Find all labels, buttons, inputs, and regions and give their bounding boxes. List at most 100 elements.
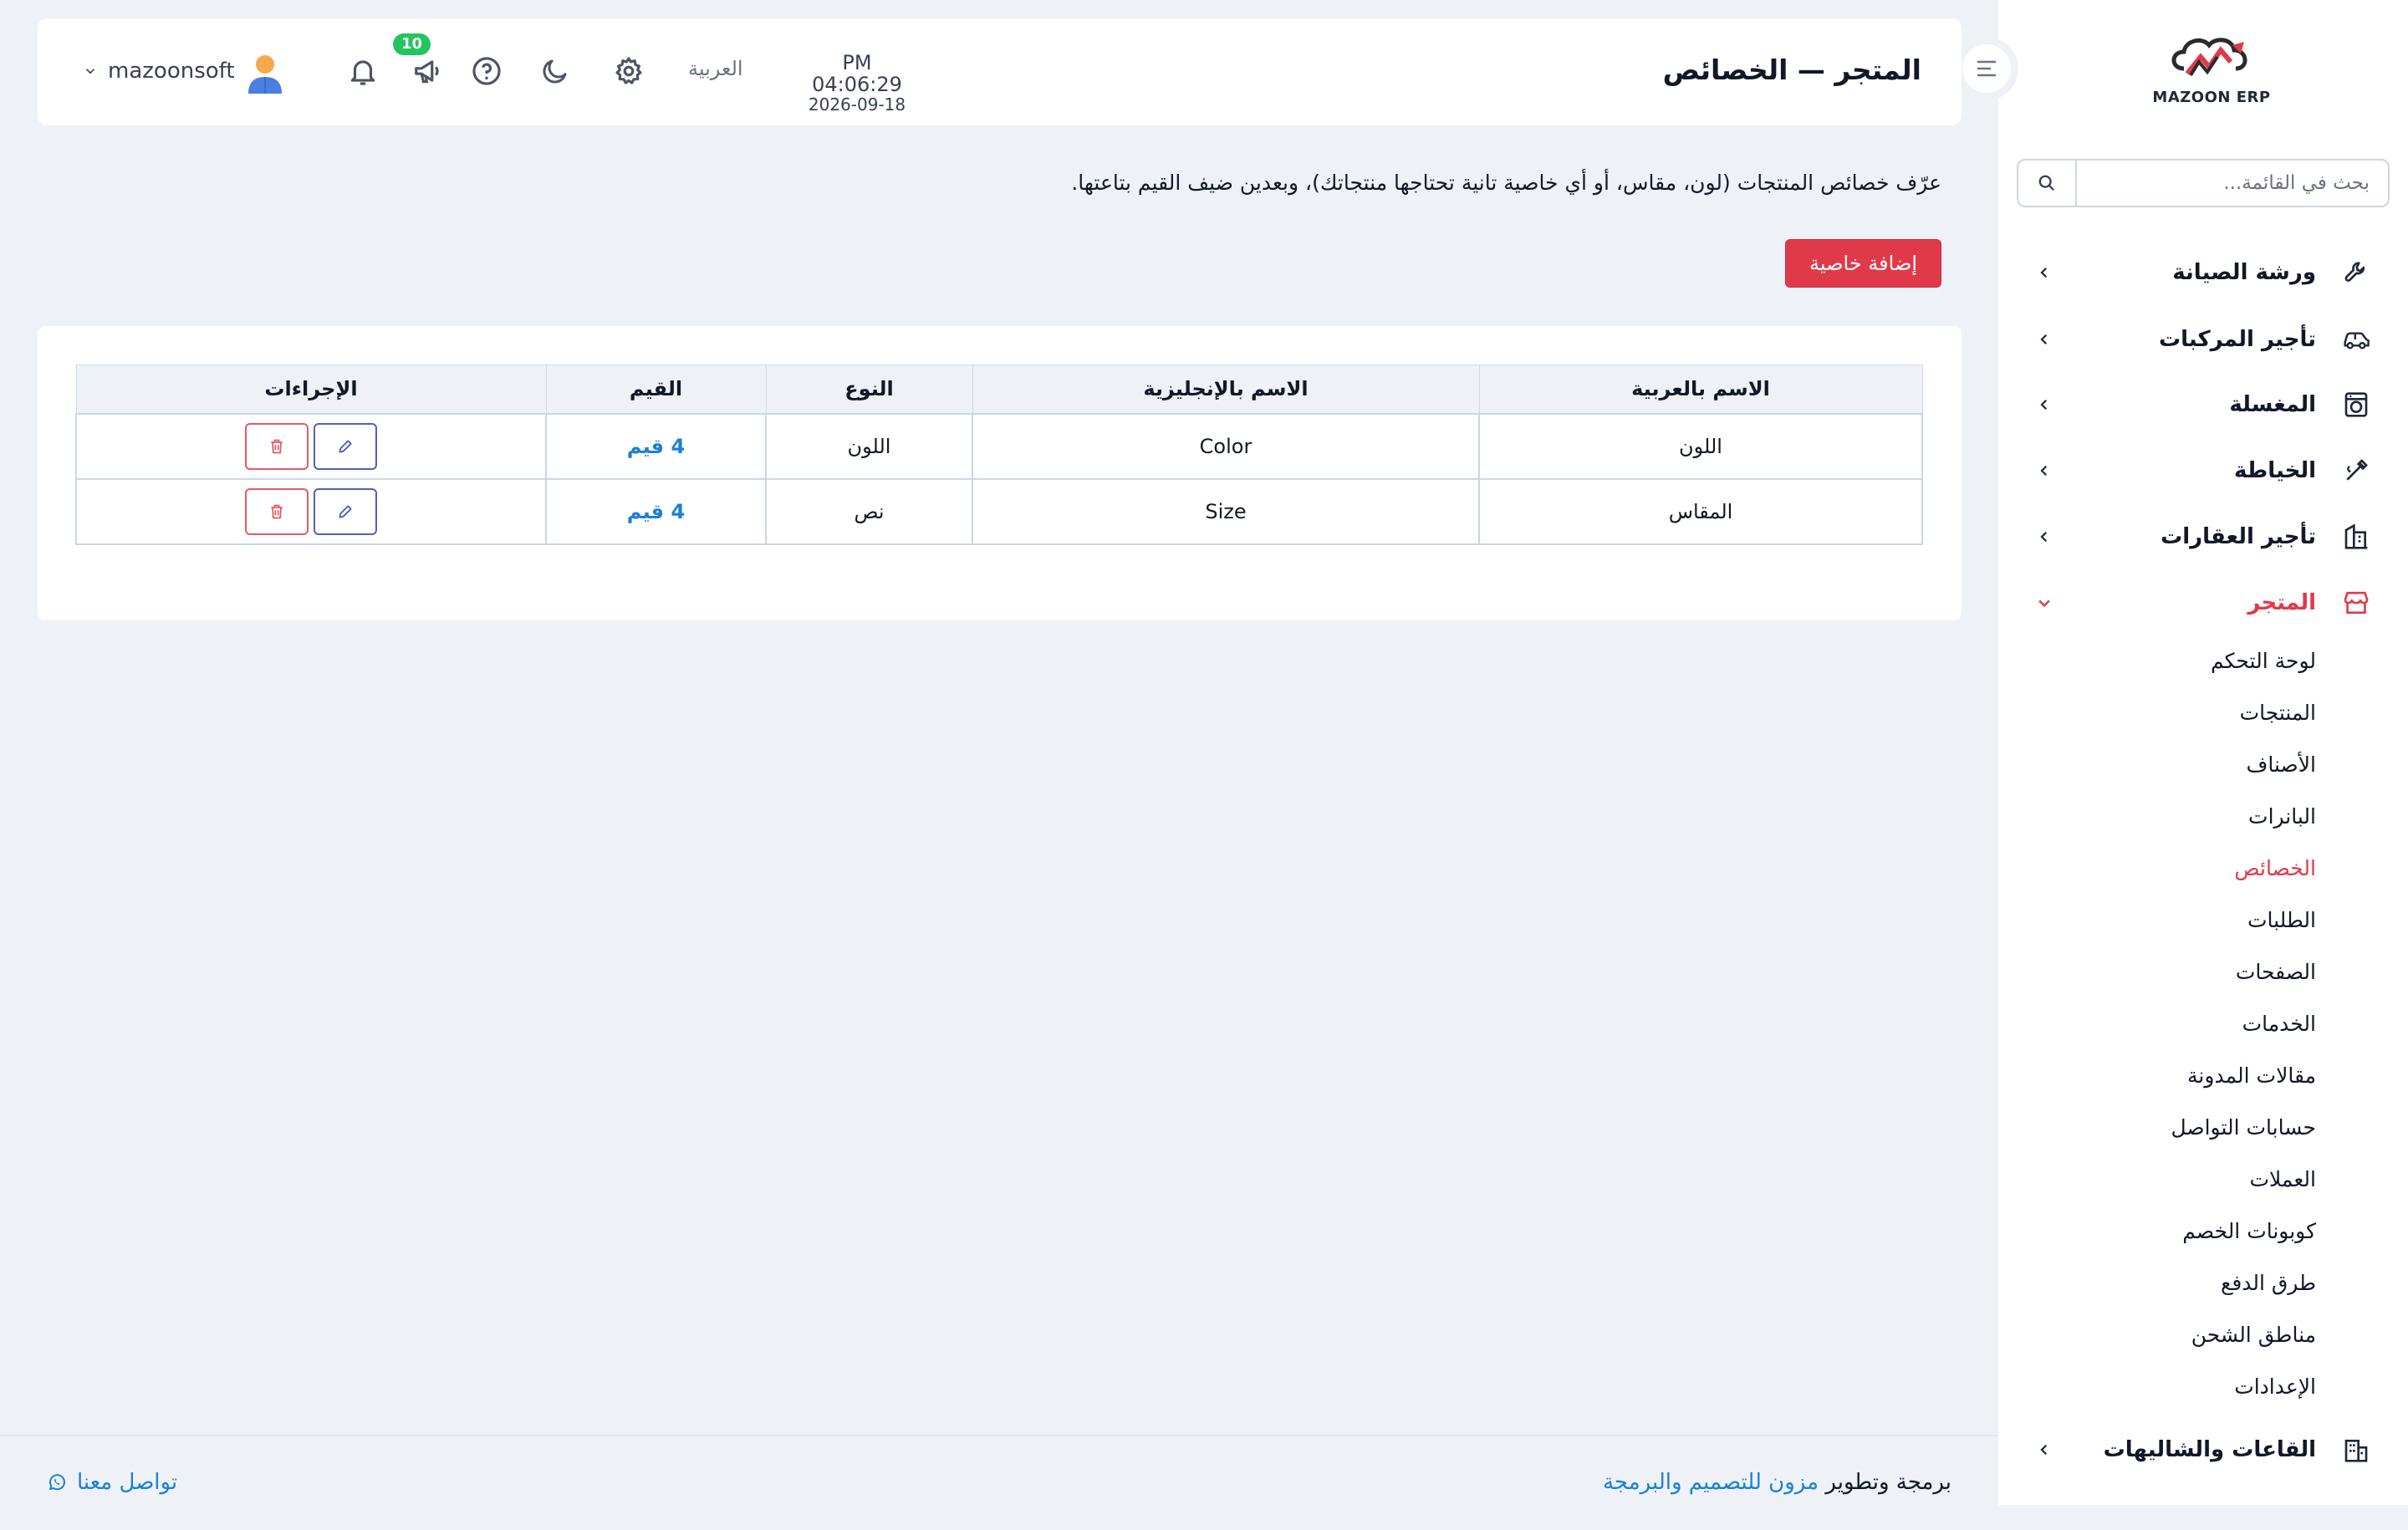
footer-credit: برمجة وتطوير مزون للتصميم والبرمجة (1603, 1470, 1951, 1495)
settings-button[interactable] (611, 54, 646, 89)
sidebar-item-label: المتجر (2247, 590, 2316, 615)
avatar[interactable] (245, 52, 285, 95)
sidebar-item-label: المغسلة (2229, 392, 2316, 417)
sidebar-item-label: تأجير العقارات (2161, 524, 2316, 549)
announcements-button[interactable] (411, 54, 446, 89)
trash-icon (271, 504, 283, 518)
clock-date: 2026-09-18 (808, 94, 906, 115)
table-row: اللون Color اللون 4 قيم (75, 412, 1923, 480)
submenu-item-settings[interactable]: الإعدادات (2234, 1374, 2316, 1399)
building-icon (2341, 522, 2371, 552)
contact-link[interactable]: تواصل معنا (47, 1470, 177, 1495)
submenu-item-orders[interactable]: الطلبات (2247, 908, 2316, 932)
attributes-card: الاسم بالعربية الاسم بالإنجليزية النوع ا… (38, 326, 1962, 620)
sidebar-item-halls[interactable]: القاعات والشاليهات (1998, 1420, 2408, 1479)
sidebar-toggle-button[interactable] (1955, 37, 2018, 100)
notifications-button[interactable] (345, 54, 380, 89)
delete-button[interactable] (245, 422, 309, 470)
clock: PM 04:06:29 2026-09-18 (794, 52, 920, 114)
page-title: المتجر — الخصائص (1662, 54, 1921, 86)
megaphone-icon (415, 60, 439, 84)
submenu-item-coupons[interactable]: كوبونات الخصم (2182, 1219, 2316, 1243)
cell-name-en: Color (972, 412, 1480, 480)
dark-mode-toggle[interactable] (538, 54, 573, 89)
chevron-left-icon (2033, 262, 2055, 283)
footer: برمجة وتطوير مزون للتصميم والبرمجة تواصل… (0, 1435, 1998, 1530)
edit-button[interactable] (314, 487, 377, 535)
cell-name-en: Size (972, 477, 1480, 545)
trash-icon (271, 439, 283, 453)
submenu-item-currencies[interactable]: العملات (2249, 1167, 2316, 1191)
submenu-item-pages[interactable]: الصفحات (2236, 960, 2316, 984)
whatsapp-icon (49, 1474, 65, 1491)
submenu-item-categories[interactable]: الأصناف (2246, 752, 2316, 777)
delete-button[interactable] (245, 487, 309, 535)
chevron-left-icon (2033, 526, 2055, 548)
search-icon (2038, 175, 2055, 191)
sidebar-item-maintenance[interactable]: ورشة الصيانة (1998, 243, 2408, 302)
add-attribute-button[interactable]: إضافة خاصية (1785, 239, 1941, 288)
company-link[interactable]: مزون للتصميم والبرمجة (1603, 1470, 1819, 1495)
submenu-item-services[interactable]: الخدمات (2242, 1012, 2316, 1036)
submenu-item-payment-methods[interactable]: طرق الدفع (2221, 1271, 2316, 1295)
submenu-item-social-accounts[interactable]: حسابات التواصل (2171, 1115, 2316, 1140)
submenu-item-banners[interactable]: البانرات (2248, 804, 2316, 829)
car-icon (2341, 324, 2371, 354)
attributes-table: الاسم بالعربية الاسم بالإنجليزية النوع ا… (75, 365, 1923, 545)
logo-mark-icon (2171, 38, 2247, 77)
sidebar-item-car-rental[interactable]: تأجير المركبات (1998, 310, 2408, 369)
chevron-left-icon (2033, 1439, 2055, 1461)
washing-machine-icon (2341, 390, 2371, 420)
submenu-item-shipping-zones[interactable]: مناطق الشحن (2191, 1323, 2316, 1347)
sidebar-search-input[interactable] (2077, 161, 2388, 206)
submenu-item-dashboard[interactable]: لوحة التحكم (2211, 649, 2316, 673)
language-switch[interactable]: العربية (688, 57, 743, 80)
values-link[interactable]: 4 قيم (627, 500, 685, 523)
submenu-item-products[interactable]: المنتجات (2240, 701, 2316, 725)
cell-type: نص (765, 477, 973, 545)
sidebar-item-store[interactable]: المتجر (1998, 574, 2408, 632)
username[interactable]: mazoonsoft (108, 59, 235, 84)
column-header: الإجراءات (75, 365, 547, 414)
chevron-down-icon[interactable] (79, 64, 98, 82)
needle-icon (2341, 456, 2371, 486)
edit-button[interactable] (314, 422, 377, 470)
hall-icon (2341, 1435, 2371, 1465)
column-header: الاسم بالعربية (1478, 365, 1923, 414)
cell-actions (75, 477, 547, 545)
brand-logo[interactable]: MAZOON ERP (2149, 32, 2274, 115)
credit-prefix: برمجة وتطوير (1825, 1470, 1951, 1495)
cell-name-ar: المقاس (1478, 477, 1923, 545)
sidebar-item-laundry[interactable]: المغسلة (1998, 375, 2408, 434)
clock-time: PM 04:06:29 (812, 51, 902, 96)
sidebar-search (2017, 159, 2390, 207)
notification-count-badge: 10 (393, 33, 431, 55)
sidebar-item-label: ورشة الصيانة (2172, 260, 2316, 285)
sidebar-item-real-estate[interactable]: تأجير العقارات (1998, 507, 2408, 566)
submenu-item-blog-posts[interactable]: مقالات المدونة (2187, 1063, 2316, 1088)
sidebar-search-button[interactable] (2018, 161, 2077, 206)
values-link[interactable]: 4 قيم (627, 435, 685, 458)
column-header: القيم (545, 365, 767, 414)
help-button[interactable] (469, 54, 504, 89)
table-row: المقاس Size نص 4 قيم (75, 477, 1923, 545)
sidebar-item-tailoring[interactable]: الخياطة (1998, 441, 2408, 500)
user-avatar-icon (248, 55, 282, 94)
sidebar-item-label: القاعات والشاليهات (2103, 1437, 2316, 1462)
bell-icon (350, 60, 375, 85)
page-description: عرّف خصائص المنتجات (لون، مقاس، أو أي خا… (1071, 171, 1941, 195)
chevron-down-icon (2033, 592, 2055, 614)
chevron-left-icon (2033, 329, 2055, 350)
gear-icon (615, 57, 642, 84)
contact-label: تواصل معنا (77, 1470, 178, 1495)
sidebar: MAZOON ERP ورشة الصيانة تأجير المركبات ا… (1998, 0, 2408, 1505)
cell-values: 4 قيم (545, 412, 767, 480)
help-circle-icon (472, 57, 501, 85)
wrench-icon (2341, 258, 2371, 288)
column-header: الاسم بالإنجليزية (972, 365, 1480, 414)
submenu-item-attributes[interactable]: الخصائص (2234, 856, 2316, 880)
cell-actions (75, 412, 547, 480)
chevron-left-icon (2033, 394, 2055, 416)
pencil-icon (339, 504, 352, 518)
cell-values: 4 قيم (545, 477, 767, 545)
